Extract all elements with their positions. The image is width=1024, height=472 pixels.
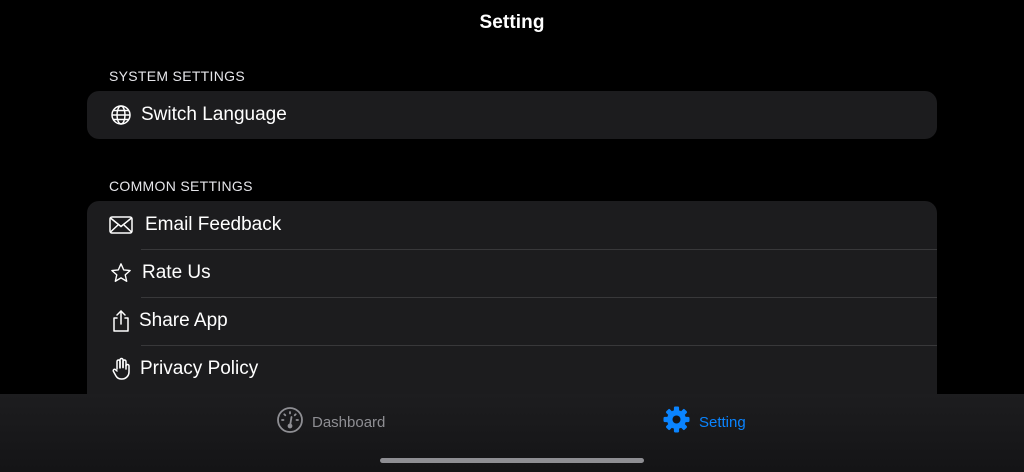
email-feedback-label: Email Feedback	[145, 214, 282, 235]
globe-icon	[109, 103, 133, 127]
gear-icon	[662, 405, 691, 439]
common-settings-group: Email Feedback Rate Us Share App Privacy…	[87, 201, 937, 394]
share-app-row[interactable]: Share App	[87, 297, 937, 345]
rate-us-label: Rate Us	[142, 262, 211, 283]
switch-language-label: Switch Language	[141, 104, 287, 125]
switch-language-row[interactable]: Switch Language	[87, 91, 937, 139]
system-settings-group: Switch Language	[87, 91, 937, 139]
gauge-icon	[276, 406, 304, 439]
rate-us-row[interactable]: Rate Us	[87, 249, 937, 297]
tab-dashboard-label: Dashboard	[312, 413, 386, 431]
share-app-label: Share App	[139, 310, 228, 331]
page-title: Setting	[479, 12, 545, 33]
privacy-policy-row[interactable]: Privacy Policy	[87, 345, 937, 393]
tab-setting-label: Setting	[699, 413, 746, 431]
star-icon	[109, 261, 133, 285]
privacy-policy-label: Privacy Policy	[140, 358, 259, 379]
share-icon	[109, 309, 133, 333]
section-header-common: COMMON SETTINGS	[109, 178, 253, 194]
section-header-system: SYSTEM SETTINGS	[109, 68, 245, 84]
tab-setting[interactable]: Setting	[662, 406, 746, 438]
hand-icon	[109, 357, 133, 381]
email-feedback-row[interactable]: Email Feedback	[87, 201, 937, 249]
tab-dashboard[interactable]: Dashboard	[276, 406, 385, 438]
envelope-icon	[109, 213, 133, 237]
home-indicator[interactable]	[380, 458, 644, 463]
